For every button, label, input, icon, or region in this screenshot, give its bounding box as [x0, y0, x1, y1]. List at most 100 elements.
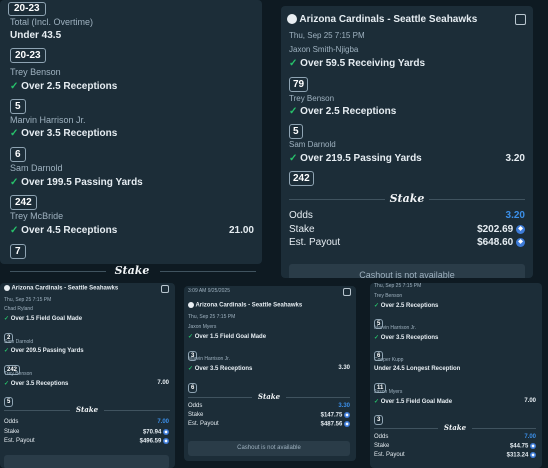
leg-pick: ✓ Over 2.5 Receptions — [374, 303, 439, 309]
odds-value: 7.00 — [157, 419, 169, 425]
event-date: Thu, Sep 25 7:15 PM — [4, 297, 52, 303]
team-logo-icon — [287, 14, 297, 25]
check-icon: ✓ — [188, 334, 194, 340]
cashout-button[interactable]: Cashout is not available — [289, 264, 525, 278]
team-logo-icon — [188, 302, 194, 308]
odds-label: Odds — [374, 434, 389, 440]
odds-row: Odds 3.20 — [289, 210, 525, 221]
leg-pick: ✓ Over 209.5 Passing Yards — [4, 348, 84, 354]
check-icon: ✓ — [374, 399, 380, 405]
payout-value: $313.24 — [506, 452, 529, 459]
stake-divider: Stake — [281, 192, 533, 206]
check-icon: ✓ — [10, 177, 19, 188]
qr-icon[interactable] — [161, 285, 169, 293]
leg-odds: 7.00 — [157, 380, 169, 386]
odds-label: Odds — [289, 210, 313, 221]
stake-logo: Stake — [443, 423, 467, 432]
leg-odds: 7.00 — [524, 398, 536, 404]
payout-value: $648.60 — [477, 237, 514, 248]
stake-label: Stake — [188, 412, 204, 418]
match-title: Arizona Cardinals - Seattle Seahawks — [4, 285, 175, 292]
odds-row: Odds 7.00 — [4, 419, 169, 425]
player-name: Jaxon Myers — [188, 324, 217, 330]
stake-logo: Stake — [257, 392, 281, 401]
check-icon: ✓ — [10, 81, 19, 92]
check-icon: ✓ — [4, 381, 10, 387]
score-box: 20-23 — [10, 48, 46, 63]
player-name: Marvin Harrison Jr. — [10, 115, 86, 125]
player-name: Jaxon Smith-Njigba — [289, 45, 359, 54]
leg-odds: 21.00 — [228, 225, 254, 236]
qr-icon[interactable] — [515, 14, 526, 25]
leg-pick: ✓ Over 3.5 Receptions — [374, 335, 439, 341]
cashout-button[interactable] — [4, 455, 169, 468]
player-name: Marvin Harrison Jr. — [374, 325, 416, 331]
player-name: Chad Ryland — [4, 306, 33, 312]
player-name: Trey Benson — [10, 67, 61, 77]
check-icon: ✓ — [289, 153, 298, 164]
qr-icon[interactable] — [343, 288, 351, 296]
check-icon: ✓ — [374, 335, 380, 341]
check-icon: ✓ — [374, 303, 380, 309]
player-name: Trey McBride — [10, 211, 64, 221]
odds-label: Odds — [4, 419, 19, 425]
player-name: Trey Benson — [374, 293, 403, 299]
player-name: Trey Benson — [289, 94, 335, 103]
leg-pick: Under 24.5 Longest Reception — [374, 366, 461, 372]
payout-label: Est. Payout — [289, 237, 341, 248]
payout-label: Est. Payout — [4, 438, 35, 444]
payout-row: Est. Payout $313.24 ◆ — [374, 452, 536, 459]
check-icon: ✓ — [4, 316, 10, 322]
leg-pick: ✓ Over 2.5 Receptions — [10, 81, 118, 92]
stake-label: Stake — [289, 224, 315, 235]
stake-logo: Stake — [114, 264, 150, 277]
odds-value: 3.20 — [505, 210, 525, 221]
payout-row: Est. Payout $648.60 ◆ — [289, 237, 525, 248]
payout-row: Est. Payout $496.59 ◆ — [4, 438, 169, 445]
leg-pick: ✓ Over 3.5 Receptions — [4, 381, 69, 387]
coin-icon: ◆ — [516, 224, 525, 234]
stake-divider: Stake — [0, 405, 175, 415]
cashout-button[interactable]: Cashout is not available — [188, 441, 350, 456]
event-date: Thu, Sep 25 7:15 PM — [289, 31, 365, 40]
stake-value: $44.75 — [509, 443, 529, 450]
stake-divider: Stake — [370, 423, 542, 433]
leg-pick: ✓ Over 3.5 Receptions — [10, 128, 118, 139]
player-name: Sam Darnold — [4, 339, 34, 345]
leg-pick: ✓ Over 59.5 Receiving Yards — [289, 58, 426, 69]
leg-pick: ✓ Over 219.5 Passing Yards — [289, 153, 422, 164]
odds-label: Odds — [188, 403, 203, 409]
payout-value: $496.59 — [139, 438, 162, 445]
leg-pick: ✓ Over 1.5 Field Goal Made — [4, 316, 83, 322]
check-icon: ✓ — [10, 225, 19, 236]
coin-icon: ◆ — [530, 452, 536, 458]
match-title: Arizona Cardinals - Seattle Seahawks — [287, 14, 533, 25]
stat-box: 79 — [289, 77, 309, 92]
team-logo-icon — [4, 285, 10, 291]
stake-divider: Stake — [184, 392, 356, 402]
player-name: Trey Benson — [4, 371, 33, 377]
odds-value: 7.00 — [524, 434, 536, 440]
coin-icon: ◆ — [344, 412, 350, 418]
stake-row: Stake $202.69 ◆ — [289, 224, 525, 235]
stat-box: 7 — [10, 244, 26, 259]
bet-card-3: Arizona Cardinals - Seattle Seahawks Thu… — [0, 283, 175, 468]
player-name: Sam Darnold — [289, 140, 336, 149]
payout-label: Est. Payout — [374, 452, 405, 458]
stat-box: 242 — [289, 171, 314, 186]
odds-row: Odds 3.30 — [188, 403, 350, 409]
check-icon: ✓ — [289, 58, 298, 69]
player-name: Cooper Kupp — [374, 357, 404, 363]
market-title: Total (Incl. Overtime) — [10, 17, 94, 27]
stake-value: $70.94 — [142, 429, 162, 436]
bet-card-5: Thu, Sep 25 7:15 PM Trey Benson ✓ Over 2… — [370, 283, 542, 468]
stat-box: 6 — [10, 147, 26, 162]
stake-row: Stake $70.94 ◆ — [4, 429, 169, 436]
stake-value: $202.69 — [477, 224, 514, 235]
check-icon: ✓ — [10, 128, 19, 139]
stake-label: Stake — [4, 429, 20, 435]
stat-box: 5 — [289, 124, 303, 139]
player-name: Sam Darnold — [10, 163, 63, 173]
stake-logo: Stake — [75, 405, 99, 414]
event-date: Thu, Sep 25 7:15 PM — [188, 314, 236, 320]
